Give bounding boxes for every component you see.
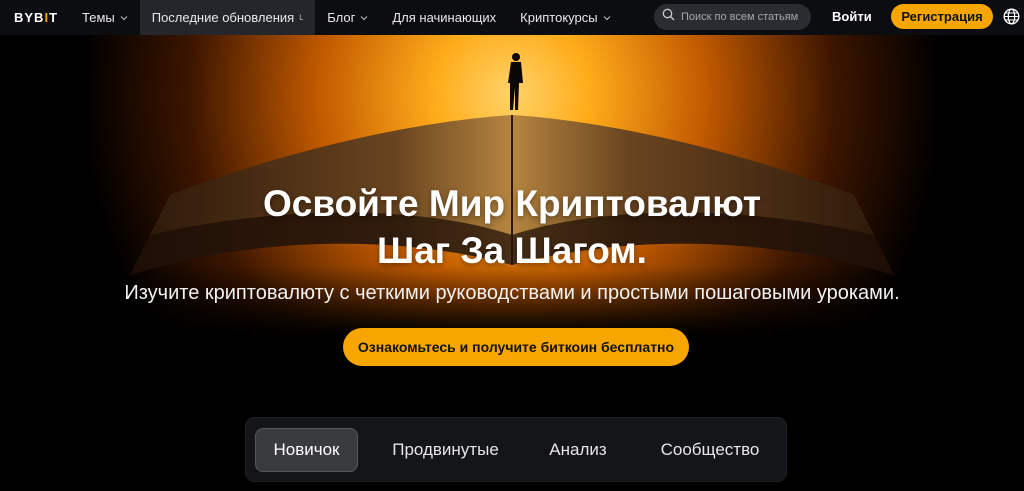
nav-item-crypto-courses[interactable]: Криптокурсы (508, 0, 622, 35)
latest-updates-marker: ʟ (299, 12, 304, 23)
nav-item-beginners[interactable]: Для начинающих (380, 0, 508, 35)
nav-item-label: Последние обновления (151, 10, 295, 25)
logo-text: BYB (14, 10, 45, 25)
register-button[interactable]: Регистрация (891, 4, 993, 29)
logo-text-end: T (49, 10, 59, 25)
search-box[interactable] (654, 4, 811, 30)
level-tabs: Новичок Продвинутые Анализ Сообщество (245, 417, 787, 482)
chevron-down-icon (120, 14, 128, 22)
globe-icon[interactable] (1003, 8, 1020, 25)
bybit-logo[interactable]: BYBIT (14, 10, 66, 25)
hero-title-line-2: Шаг За Шагом. (377, 230, 647, 271)
tab-advanced[interactable]: Продвинутые (378, 428, 513, 472)
nav-item-label: Криптокурсы (520, 10, 598, 25)
hero-subtitle: Изучите криптовалюту с четкими руководст… (124, 282, 900, 304)
tab-beginner[interactable]: Новичок (255, 428, 358, 472)
nav-item-label: Для начинающих (392, 10, 497, 25)
nav-item-label: Блог (327, 10, 356, 25)
tab-analysis[interactable]: Анализ (532, 428, 624, 472)
login-button[interactable]: Войти (832, 9, 872, 24)
nav-item-blog[interactable]: Блог (315, 0, 380, 35)
search-icon (662, 8, 675, 26)
get-bitcoin-cta-button[interactable]: Ознакомьтесь и получите биткоин бесплатн… (343, 328, 689, 366)
chevron-down-icon (603, 14, 611, 22)
hero-title-line-1: Освойте Мир Криптовалют (262, 183, 762, 224)
search-input[interactable] (681, 11, 806, 23)
nav-item-label: Темы (82, 10, 115, 25)
nav-item-latest-updates[interactable]: Последние обновления ʟ (139, 0, 316, 35)
chevron-down-icon (360, 14, 368, 22)
hero-section: Освойте Мир Криптовалют Шаг За Шагом. Из… (0, 35, 1024, 491)
nav-item-topics[interactable]: Темы (70, 0, 140, 35)
hero-title: Освойте Мир Криптовалют Шаг За Шагом. (0, 180, 1024, 274)
tab-community[interactable]: Сообщество (644, 428, 776, 472)
top-navbar: BYBIT Темы Последние обновления ʟ Блог Д… (0, 0, 1024, 35)
